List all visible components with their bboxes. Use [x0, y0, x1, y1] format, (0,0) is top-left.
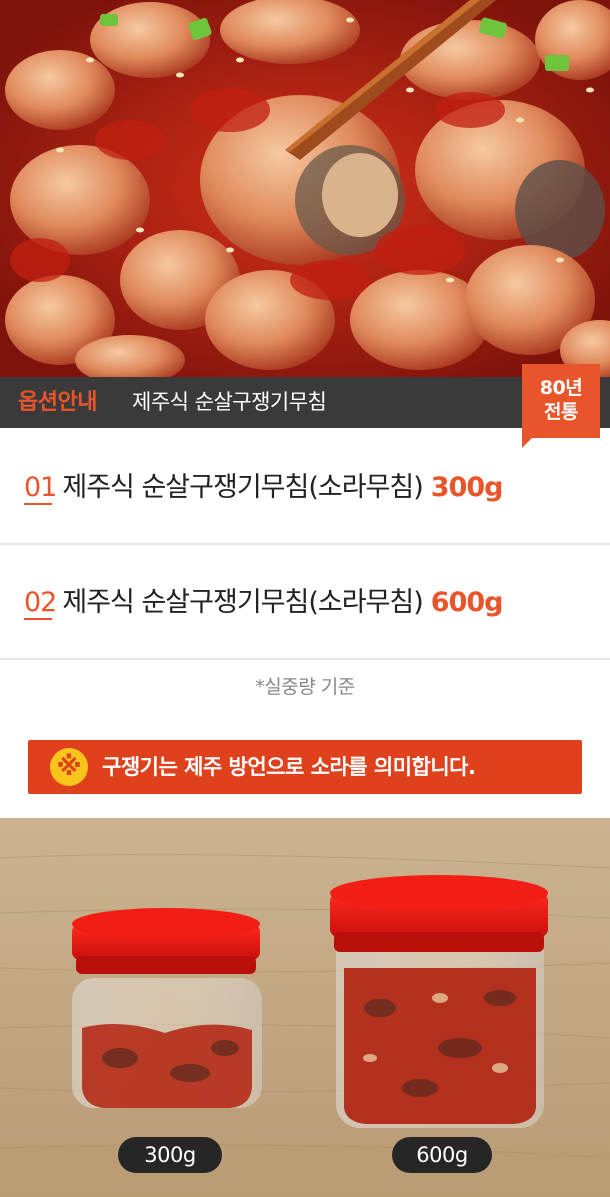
option-weight: 300g	[430, 472, 504, 503]
option-name: 제주식 순살구쟁기무침(소라무침)	[62, 472, 423, 503]
option-row-600g[interactable]: 02 제주식 순살구쟁기무침(소라무침) 600g	[0, 545, 610, 660]
option-name: 제주식 순살구쟁기무침(소라무침)	[62, 587, 423, 618]
hero-food-photo	[0, 0, 610, 377]
notice-text: 구쟁기는 제주 방언으로 소라를 의미합니다.	[102, 755, 476, 779]
product-title: 제주식 순살구쟁기무침	[132, 390, 327, 414]
weight-basis-note: *실중량 기준	[255, 676, 355, 698]
option-number: 01	[24, 430, 57, 545]
reference-mark-icon: ※	[50, 748, 88, 786]
dialect-notice-banner: ※ 구쟁기는 제주 방언으로 소라를 의미합니다.	[28, 740, 582, 794]
jar-size-label-600g: 600g	[392, 1137, 492, 1173]
option-weight: 600g	[430, 587, 504, 618]
option-number: 02	[24, 545, 57, 660]
tradition-badge: 80년 전통	[522, 364, 600, 448]
badge-years: 80년	[539, 377, 583, 399]
jar-size-label-300g: 300g	[118, 1137, 222, 1173]
option-header-bar: 옵션안내 제주식 순살구쟁기무침	[0, 377, 610, 428]
product-jars-photo	[0, 818, 610, 1197]
option-guide-label: 옵션안내	[18, 390, 97, 415]
badge-tradition: 전통	[544, 401, 578, 423]
option-row-300g[interactable]: 01 제주식 순살구쟁기무침(소라무침) 300g	[0, 430, 610, 545]
